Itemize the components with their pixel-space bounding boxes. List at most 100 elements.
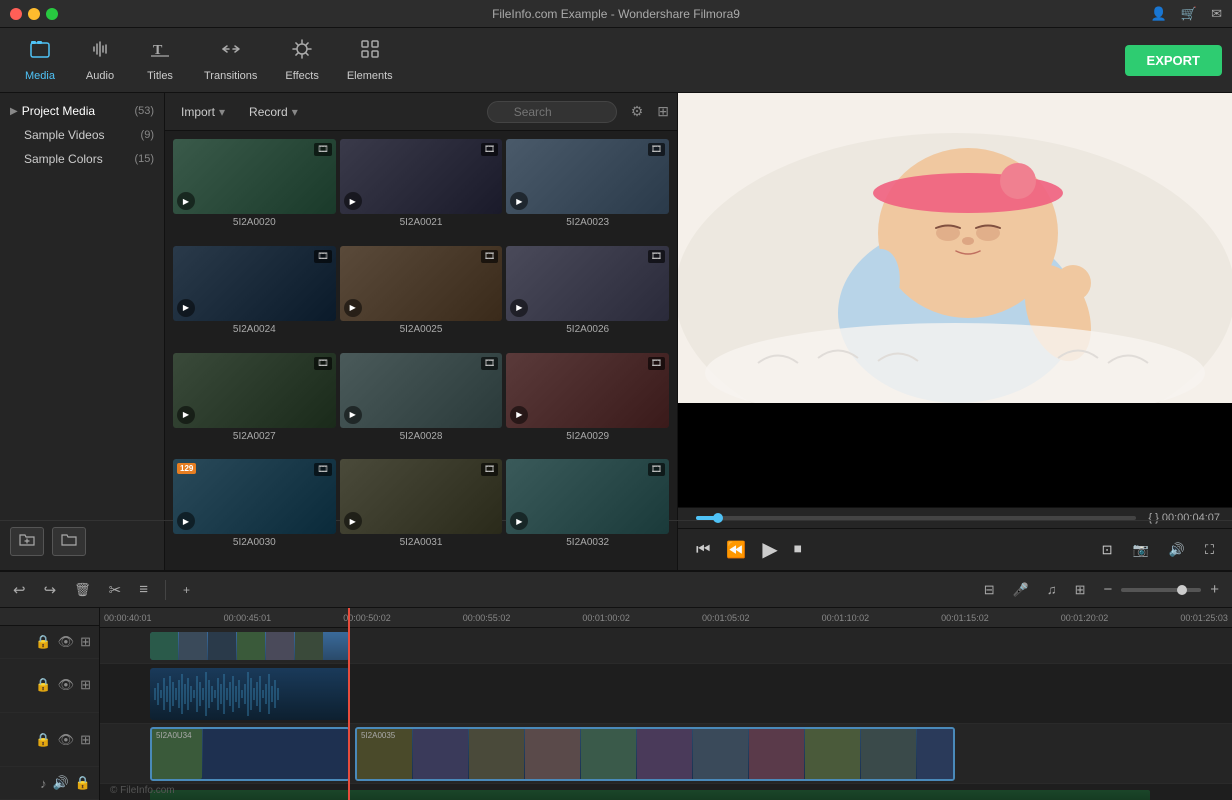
filter-icon[interactable]: ⚙ (631, 103, 644, 120)
toolbar-transitions[interactable]: Transitions (190, 32, 271, 88)
list-item[interactable]: 🎞 ▶ 5I2A0025 (340, 246, 503, 349)
sidebar-item-sample-videos[interactable]: Sample Videos (9) (0, 123, 164, 147)
audio-clip-1[interactable] (150, 668, 350, 720)
ruler-mark-6: 00:01:10:02 (822, 613, 870, 623)
zoom-in-button[interactable]: + (1205, 578, 1224, 601)
track2-lock-icon[interactable]: 🔒 (35, 732, 51, 748)
toolbar-elements[interactable]: Elements (333, 32, 407, 88)
add-folder-button[interactable] (10, 527, 44, 556)
elements-icon (359, 38, 381, 66)
preview-progress-bar[interactable] (696, 516, 1136, 520)
list-item[interactable]: 🎞 ▶ 5I2A0021 (340, 139, 503, 242)
preview-area: { } 00:00:04:07 ⏮ ⏪ ▶ ⏹ ⊡ 📷 🔊 ⛶ (677, 93, 1232, 570)
toolbar-separator (165, 580, 166, 600)
ruler-mark-1: 00:00:45:01 (224, 613, 272, 623)
maximize-button[interactable] (46, 8, 58, 20)
voiceover-button[interactable]: 🎤 (1008, 579, 1034, 601)
media-label: Media (25, 70, 55, 82)
audio-track-grid-icon[interactable]: ⊞ (80, 677, 91, 693)
track-eye-icon[interactable]: 👁 (58, 634, 75, 650)
cart-icon[interactable]: 🛒 (1181, 6, 1197, 22)
effects-icon (291, 38, 313, 66)
list-item[interactable]: 🎞 ▶ 5I2A0026 (506, 246, 669, 349)
mail-icon[interactable]: ✉ (1211, 6, 1222, 22)
music-icon[interactable]: ♪ (40, 776, 47, 791)
thumbnail-4: 🎞 ▶ (340, 246, 503, 321)
media-filename-3: 5I2A0024 (173, 324, 336, 335)
media-filename-8: 5I2A0029 (506, 431, 669, 442)
beat-detect-button[interactable]: ♫ (1042, 579, 1062, 600)
undo-button[interactable]: ↩ (8, 578, 31, 602)
export-button[interactable]: EXPORT (1125, 45, 1222, 76)
audio-track-lock-icon[interactable]: 🔒 (35, 677, 51, 693)
track-grid-icon[interactable]: ⊞ (80, 634, 91, 650)
record-button[interactable]: Record ▾ (241, 101, 306, 123)
toolbar-media[interactable]: Media (10, 33, 70, 88)
list-item[interactable]: 🎞 ▶ 5I2A0027 (173, 353, 336, 456)
media-grid: 🎞 ▶ 5I2A0020 🎞 ▶ 5I2A0021 🎞 ▶ 5I2A0023 (165, 131, 677, 570)
scene-detect-button[interactable]: ⊟ (979, 579, 1000, 601)
zoom-slider[interactable] (1121, 588, 1201, 592)
video-track-2-body: 5I2A0U34 (100, 724, 1232, 784)
add-track-button[interactable]: + (178, 580, 195, 600)
media-area: Import ▾ Record ▾ 🔍 ⚙ ⊞ 🎞 ▶ 5I2A0020 (165, 93, 677, 570)
split-button[interactable]: ⊞ (1070, 579, 1091, 601)
thumbnail-8: 🎞 ▶ (506, 353, 669, 428)
minimize-button[interactable] (28, 8, 40, 20)
window-title: FileInfo.com Example - Wondershare Filmo… (492, 7, 740, 21)
thumbnail-10: 🎞 ▶ (340, 459, 503, 534)
toolbar-titles[interactable]: T Titles (130, 32, 190, 88)
list-item[interactable]: 🎞 ▶ 5I2A0028 (340, 353, 503, 456)
video-clip-2-second[interactable]: 5I2A0035 (355, 727, 955, 781)
audio-icon (89, 38, 111, 66)
ruler-mark-3: 00:00:55:02 (463, 613, 511, 623)
search-input[interactable] (487, 101, 617, 123)
transitions-icon (220, 38, 242, 66)
titlebar-icons: 👤 🛒 ✉ (1151, 6, 1222, 22)
media-filename-1: 5I2A0021 (340, 217, 503, 228)
media-filename-0: 5I2A0020 (173, 217, 336, 228)
effects-label: Effects (285, 70, 318, 82)
preview-video (678, 93, 1232, 507)
audio-track-eye-icon[interactable]: 👁 (58, 677, 75, 693)
list-item[interactable]: 🎞 ▶ 5I2A0024 (173, 246, 336, 349)
zoom-out-button[interactable]: − (1098, 578, 1117, 601)
music-volume-icon[interactable]: 🔊 (53, 775, 69, 791)
sidebar-item-project-media[interactable]: ▶ Project Media (53) (0, 99, 164, 123)
progress-thumb[interactable] (713, 513, 723, 523)
zoom-thumb[interactable] (1177, 585, 1187, 595)
track2-grid-icon[interactable]: ⊞ (80, 732, 91, 748)
music-bar[interactable] (150, 790, 1150, 800)
import-button[interactable]: Import ▾ (173, 101, 233, 123)
ruler-mark-9: 00:01:25:03 (1180, 613, 1228, 623)
thumbnail-1: 🎞 ▶ (340, 139, 503, 214)
ruler-spacer (0, 608, 99, 626)
thumbnail-9: 🎞 ▶ 129 (173, 459, 336, 534)
video-track-1-header: 🔒 👁 ⊞ (0, 626, 99, 659)
user-icon[interactable]: 👤 (1151, 6, 1167, 22)
record-chevron-icon: ▾ (292, 105, 298, 119)
video-clip-1[interactable] (150, 632, 350, 660)
list-item[interactable]: 🎞 ▶ 5I2A0023 (506, 139, 669, 242)
list-item[interactable]: 🎞 ▶ 5I2A0020 (173, 139, 336, 242)
music-track-header: ♪ 🔊 🔒 (0, 767, 99, 800)
grid-view-icon[interactable]: ⊞ (657, 103, 669, 120)
video-clip-2-main[interactable]: 5I2A0U34 (150, 727, 350, 781)
list-item[interactable]: 🎞 ▶ 5I2A0029 (506, 353, 669, 456)
redo-button[interactable]: ↪ (39, 578, 62, 602)
preview-frame (678, 93, 1232, 403)
toolbar-audio[interactable]: Audio (70, 32, 130, 88)
titles-label: Titles (147, 70, 173, 82)
track-lock-icon[interactable]: 🔒 (35, 634, 51, 650)
menu-button[interactable]: ≡ (134, 578, 153, 601)
track2-eye-icon[interactable]: 👁 (58, 732, 75, 748)
close-button[interactable] (10, 8, 22, 20)
thumbnail-5: 🎞 ▶ (506, 246, 669, 321)
cut-button[interactable]: ✂ (104, 578, 127, 602)
music-lock-icon[interactable]: 🔒 (75, 775, 91, 791)
toolbar-effects[interactable]: Effects (271, 32, 332, 88)
delete-button[interactable]: 🗑 (69, 579, 96, 601)
video-track-1-body (100, 628, 1232, 664)
sidebar-item-sample-colors[interactable]: Sample Colors (15) (0, 147, 164, 171)
new-folder-button[interactable] (52, 527, 86, 556)
